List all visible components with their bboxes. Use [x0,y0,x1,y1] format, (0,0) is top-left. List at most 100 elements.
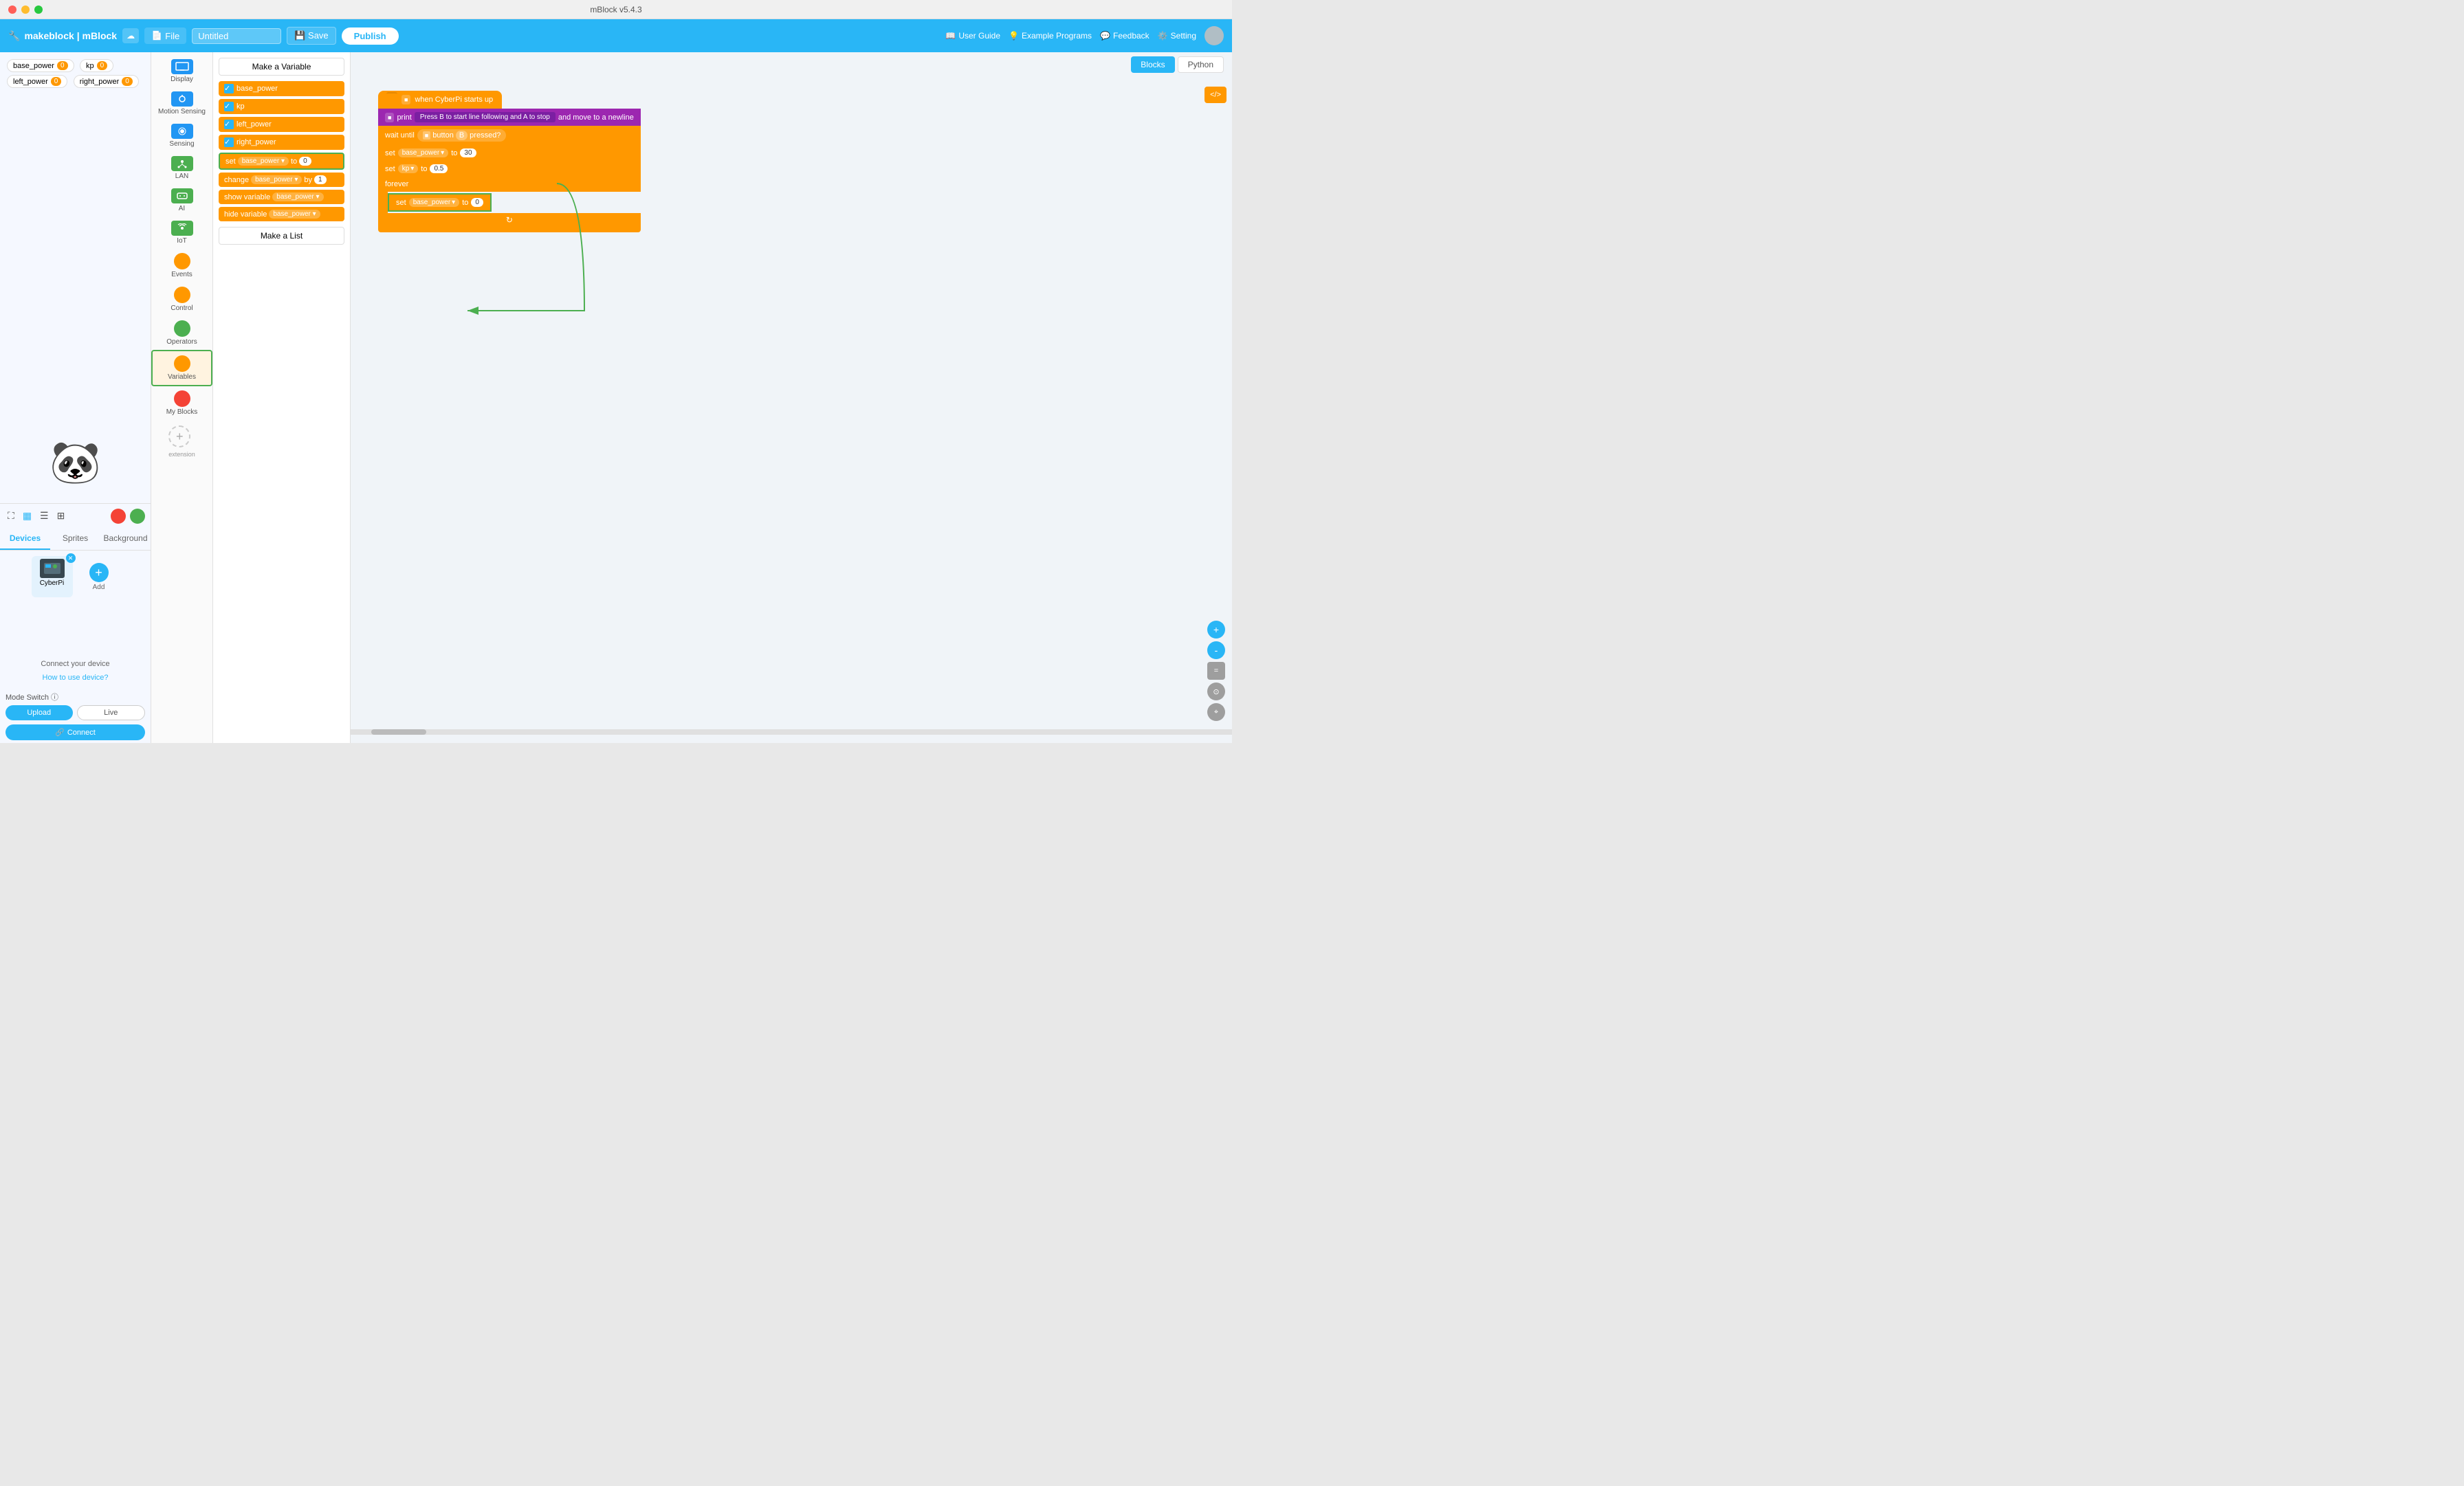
tab-blocks[interactable]: Blocks [1131,56,1174,73]
zoom-in-button[interactable]: + [1207,621,1225,639]
horizontal-scrollbar[interactable] [351,729,1232,735]
category-sensing[interactable]: Sensing [151,120,212,152]
category-events[interactable]: Events [151,249,212,282]
var-checkbox-kp[interactable]: ✓ [224,102,234,111]
fit-view-button[interactable]: ⌖ [1207,703,1225,721]
print-text-value[interactable]: Press B to start line following and A to… [415,112,556,122]
make-variable-button[interactable]: Make a Variable [219,58,344,76]
expand-view-button[interactable]: ⛶ [6,508,16,524]
user-guide-icon: 📖 [945,31,956,41]
variable-badge-right-power: right_power 0 [74,75,139,88]
set-kp-block[interactable]: set kp ▾ to 0.5 [378,161,641,177]
category-my-blocks-label: My Blocks [166,408,198,416]
category-operators-label: Operators [166,338,197,346]
extension-button[interactable]: + [168,425,190,447]
file-icon: 📄 [151,30,162,41]
set3-value[interactable]: 0 [471,198,483,207]
list-view-button[interactable]: ☰ [38,508,51,524]
header-cloud-button[interactable]: ☁ [122,28,139,43]
app-header: 🔧 makeblock | mBlock ☁ 📄 File 💾 Save Pub… [0,19,1232,52]
category-control-label: Control [170,304,192,312]
block-change-variable[interactable]: change base_power ▾ by 1 [219,173,344,187]
file-menu-button[interactable]: 📄 File [144,27,186,44]
devices-content: ✕ CyberPi + Add [0,551,151,657]
var-checkbox-left-power[interactable]: ✓ [224,120,234,129]
panel-tabs: Devices Sprites Background [0,528,151,551]
project-title-input[interactable] [192,28,281,44]
close-window-button[interactable] [8,5,16,14]
category-operators[interactable]: Operators [151,316,212,350]
make-list-button[interactable]: Make a List [219,227,344,245]
set-base-power-0-block[interactable]: set base_power ▾ to 0 [388,193,492,212]
live-mode-button[interactable]: Live [77,705,146,720]
stop-button[interactable] [111,509,126,524]
block-right-power[interactable]: ✓ right_power [219,135,344,150]
wait-label: wait until [385,131,415,140]
category-motion-sensing[interactable]: Motion Sensing [151,87,212,120]
forever-block[interactable]: forever [378,177,641,192]
category-my-blocks[interactable]: My Blocks [151,386,212,420]
block-left-power[interactable]: ✓ left_power [219,117,344,132]
minimize-window-button[interactable] [21,5,30,14]
set2-value[interactable]: 0.5 [430,164,448,173]
upload-mode-button[interactable]: Upload [6,705,73,720]
category-ai[interactable]: AI [151,184,212,217]
button-var-value[interactable]: B [456,131,468,140]
user-guide-link[interactable]: 📖 User Guide [945,31,1000,41]
block-hide-variable[interactable]: hide variable base_power ▾ [219,207,344,221]
block-show-variable[interactable]: show variable base_power ▾ [219,190,344,204]
setting-link[interactable]: ⚙️ Setting [1158,31,1196,41]
iot-icon [171,221,193,236]
scrollbar-thumb [371,729,426,735]
publish-button[interactable]: Publish [342,27,399,45]
grid-large-view-button[interactable]: ⊞ [55,508,67,524]
setting-icon: ⚙️ [1158,31,1168,41]
zoom-reset-button[interactable]: = [1207,662,1225,680]
category-display[interactable]: Display [151,55,212,87]
set1-value[interactable]: 30 [460,148,476,157]
hat-block[interactable]: ■ when CyberPi starts up [378,91,502,109]
avatar[interactable] [1204,26,1224,45]
add-device-button[interactable]: + Add [78,556,120,597]
set-base-power-block[interactable]: set base_power ▾ to 30 [378,145,641,161]
how-to-use-link[interactable]: How to use device? [43,674,109,682]
device-cyberpi[interactable]: ✕ CyberPi [32,556,73,597]
go-button[interactable] [130,509,145,524]
wait-block[interactable]: wait until ■ button B pressed? [378,126,641,145]
grid-small-view-button[interactable]: ▦ [21,508,34,524]
extension-label: extension [168,451,195,458]
center-view-button[interactable]: ⊙ [1207,683,1225,700]
var-checkbox-right-power[interactable]: ✓ [224,137,234,147]
var-checkbox-base-power[interactable]: ✓ [224,84,234,93]
example-programs-link[interactable]: 💡 Example Programs [1009,31,1092,41]
maximize-window-button[interactable] [34,5,43,14]
forever-bottom [378,227,641,232]
save-button[interactable]: 💾 Save [287,27,336,45]
block-categories-panel: Display Motion Sensing Sensing LAN AI [151,52,213,743]
block-base-power[interactable]: ✓ base_power [219,81,344,96]
condition-icon: ■ [423,131,430,140]
tab-devices[interactable]: Devices [0,528,50,550]
tab-python[interactable]: Python [1178,56,1224,73]
connect-device-button[interactable]: 🔗 Connect [6,724,145,740]
print-suffix: and move to a newline [558,113,634,122]
category-lan[interactable]: LAN [151,152,212,184]
tab-background[interactable]: Background [100,528,151,550]
hat-notch [386,92,397,100]
view-controls: ⛶ ▦ ☰ ⊞ [0,503,151,528]
category-variables[interactable]: Variables [151,350,212,386]
set1-var: base_power ▾ [398,148,449,157]
category-control[interactable]: Control [151,282,212,316]
feedback-link[interactable]: 💬 Feedback [1100,31,1150,41]
device-close-button[interactable]: ✕ [66,553,76,563]
tab-sprites[interactable]: Sprites [50,528,100,550]
zoom-out-button[interactable]: - [1207,641,1225,659]
block-kp[interactable]: ✓ kp [219,99,344,114]
category-iot[interactable]: IoT [151,217,212,249]
left-panel: base_power 0 kp 0 left_power 0 right_pow… [0,52,151,743]
hat-label: when CyberPi starts up [415,96,493,104]
block-set-variable[interactable]: set base_power ▾ to 0 [219,153,344,170]
button-label: button [432,131,454,140]
print-block[interactable]: ■ print Press B to start line following … [378,109,641,126]
link-icon: 🔗 [55,728,65,737]
